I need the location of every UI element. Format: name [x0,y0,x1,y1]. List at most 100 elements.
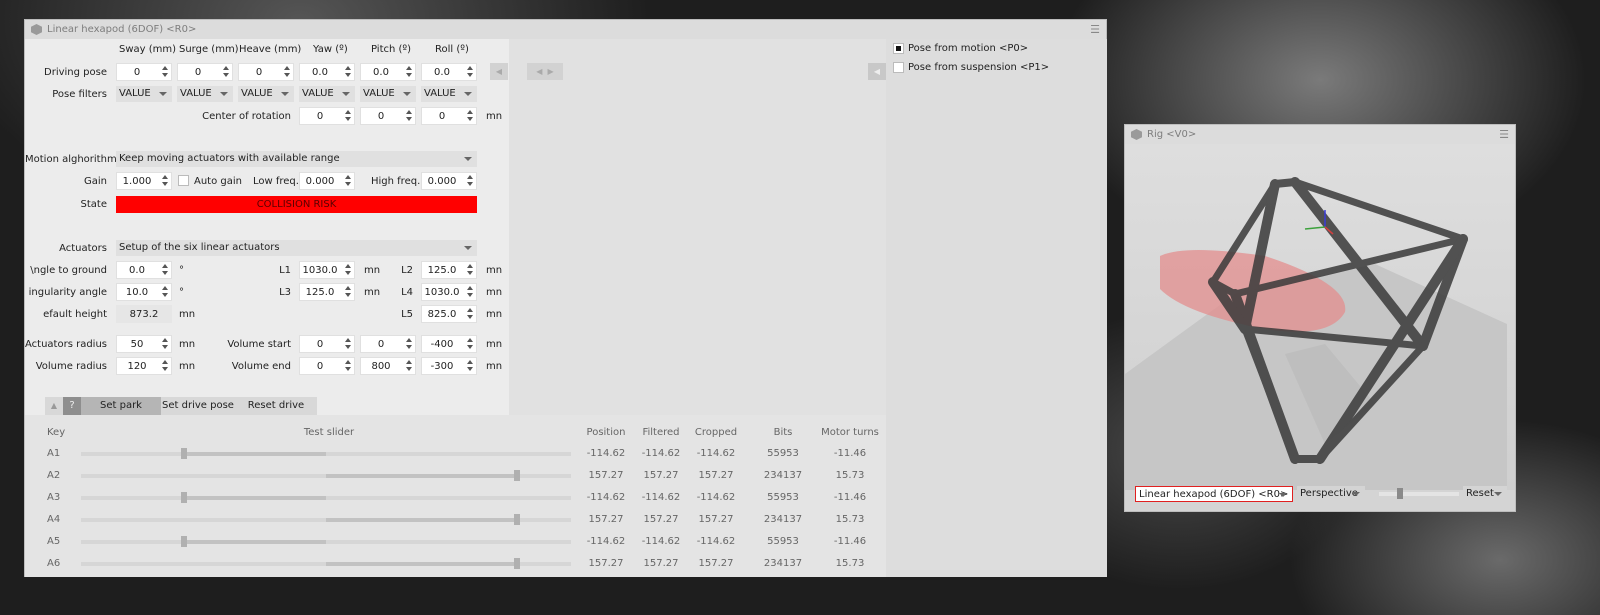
L4-input[interactable]: 1030.0 [421,283,477,301]
model-select[interactable]: Linear hexapod (6DOF) <R0> [1135,486,1293,502]
settings-panel: Sway (mm) Surge (mm) Heave (mm) Yaw (º) … [25,39,509,429]
pose-filter-sway[interactable]: VALUE [116,86,172,102]
pose-filter-yaw[interactable]: VALUE [299,86,355,102]
row-key: A1 [47,448,61,459]
test-slider-handle[interactable] [514,558,521,569]
pose-from-motion-checkbox[interactable] [893,43,904,54]
actuators-radius-label: Actuators radius [25,339,108,350]
pose-filter-surge[interactable]: VALUE [177,86,233,102]
test-slider-handle[interactable] [514,470,521,481]
test-slider-handle[interactable] [180,536,187,547]
actuators-select[interactable]: Setup of the six linear actuators [116,240,477,256]
test-slider[interactable] [81,496,571,500]
col-heave: Heave (mm) [239,44,302,55]
L3-label: L3 [279,287,291,298]
main-window-title: Linear hexapod (6DOF) <R0> [47,24,197,35]
volume-end-label: Volume end [231,361,291,372]
hamburger-menu-icon[interactable]: ☰ [1090,23,1100,36]
rig-titlebar[interactable]: Rig <V0> ☰ [1125,125,1515,144]
L5-input[interactable]: 825.0 [421,305,477,323]
auto-gain-checkbox[interactable] [178,175,189,186]
volume-end-x[interactable]: 0 [299,357,355,375]
gain-label: Gain [84,176,107,187]
volume-end-y[interactable]: 800 [360,357,416,375]
state-indicator: COLLISION RISK [116,196,477,213]
default-height-value: 873.2 [116,305,172,323]
L2-input[interactable]: 125.0 [421,261,477,279]
row-motor-turns: -11.46 [833,492,867,503]
view-select[interactable]: Perspective [1297,486,1365,502]
center-rotation-y[interactable]: 0 [360,107,416,125]
test-slider-handle[interactable] [514,514,521,525]
row-bits: 234137 [763,558,803,569]
L1-input[interactable]: 1030.0 [299,261,355,279]
th-cropped: Cropped [694,427,738,438]
degree-unit: ° [179,265,184,276]
pose-filter-heave[interactable]: VALUE [238,86,294,102]
rig-window: Rig <V0> ☰ Linear hexapod (6DOF) <R0> Pe… [1124,124,1516,512]
volume-start-y[interactable]: 0 [360,335,416,353]
center-rotation-x[interactable]: 0 [299,107,355,125]
volume-start-x[interactable]: 0 [299,335,355,353]
singularity-angle-input[interactable]: 10.0 [116,283,172,301]
zoom-slider-handle[interactable] [1397,488,1403,499]
row-filtered: 157.27 [643,514,679,525]
motion-algorithm-select[interactable]: Keep moving actuators with available ran… [116,151,477,167]
row-key: A6 [47,558,61,569]
reset-drive-pose-button[interactable]: Reset drive pose [235,397,317,429]
angle-to-ground-input[interactable]: 0.0 [116,261,172,279]
help-button[interactable]: ? [63,397,81,415]
test-slider[interactable] [81,452,571,456]
driving-pose-heave[interactable]: 0 [238,63,294,81]
volume-start-z[interactable]: -400 [421,335,477,353]
expand-left-arrow-icon[interactable]: ◀ [868,63,886,80]
volume-end-z[interactable]: -300 [421,357,477,375]
col-pitch: Pitch (º) [371,44,412,55]
high-freq-input[interactable]: 0.000 [421,172,477,190]
degree-unit: ° [179,287,184,298]
row-position: 157.27 [588,558,624,569]
row-filtered: -114.62 [641,448,681,459]
row-filtered: -114.62 [641,536,681,547]
pose-from-suspension-checkbox[interactable] [893,62,904,73]
test-slider-fill [183,452,326,456]
collapse-up-arrow-icon[interactable]: ▲ [45,397,63,415]
test-slider-handle[interactable] [180,492,187,503]
driving-pose-roll[interactable]: 0.0 [421,63,477,81]
actuators-radius-unit: mn [179,339,196,350]
driving-pose-pitch[interactable]: 0.0 [360,63,416,81]
collapse-left-arrow-icon[interactable]: ◀ [490,63,508,80]
volume-start-label: Volume start [227,339,291,350]
main-titlebar[interactable]: Linear hexapod (6DOF) <R0> ☰ [25,20,1106,39]
th-key: Key [47,427,66,438]
angle-to-ground-label: \ngle to ground [30,265,107,276]
driving-pose-yaw[interactable]: 0.0 [299,63,355,81]
pose-filter-pitch[interactable]: VALUE [360,86,416,102]
volume-radius-unit: mn [179,361,196,372]
actuators-radius-input[interactable]: 50 [116,335,172,353]
high-freq-label: High freq. [371,176,421,187]
driving-pose-sway[interactable]: 0 [116,63,172,81]
row-bits: 55953 [767,448,799,459]
test-slider[interactable] [81,540,571,544]
pose-filter-roll[interactable]: VALUE [421,86,477,102]
set-park-position-button[interactable]: Set park position [81,397,161,429]
row-motor-turns: -11.46 [833,536,867,547]
set-drive-pose-button[interactable]: Set drive pose [161,397,235,415]
nav-arrows[interactable]: ◀ ▶ [527,63,563,80]
low-freq-input[interactable]: 0.000 [299,172,355,190]
reset-select[interactable]: Reset [1463,486,1507,502]
test-slider-handle[interactable] [180,448,187,459]
volume-radius-input[interactable]: 120 [116,357,172,375]
zoom-slider[interactable] [1379,488,1459,499]
test-slider-fill [183,540,326,544]
center-rotation-z[interactable]: 0 [421,107,477,125]
row-bits: 55953 [767,536,799,547]
3d-viewport[interactable] [1125,144,1515,490]
L4-label: L4 [401,287,413,298]
hamburger-menu-icon[interactable]: ☰ [1499,128,1509,141]
gain-input[interactable]: 1.000 [116,172,172,190]
motion-algorithm-label: Motion alghorithm [25,154,117,165]
driving-pose-surge[interactable]: 0 [177,63,233,81]
L3-input[interactable]: 125.0 [299,283,355,301]
